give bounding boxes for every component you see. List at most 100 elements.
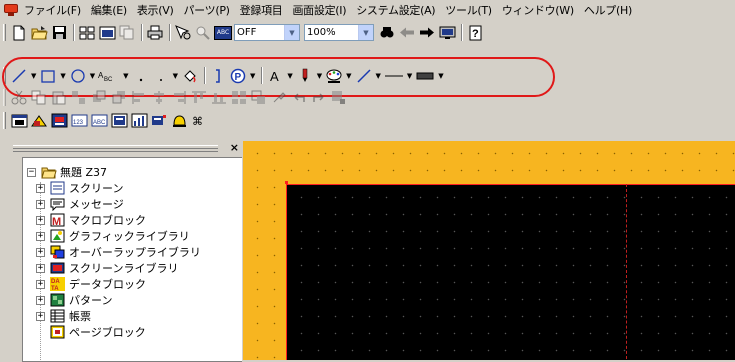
menu-screen-settings[interactable]: 画面設定(I) [287,2,351,18]
forward-arrow-icon[interactable] [418,24,436,42]
chevron-down-icon[interactable]: ▼ [90,72,95,80]
small-dot-tool-icon[interactable] [152,67,170,85]
zoom-select-icon[interactable] [174,24,192,42]
group-icon[interactable] [230,89,248,107]
tree-item-message[interactable]: + メッセージ [36,196,124,212]
menu-edit[interactable]: 編集(E) [86,2,132,18]
overlap-combo[interactable]: OFF ▼ [234,24,300,41]
char-display-icon[interactable]: ABC [90,112,108,130]
align-center-icon[interactable] [150,89,168,107]
screen-list-icon[interactable] [78,24,96,42]
tree-item-page-block[interactable]: ページブロック [50,324,146,340]
menu-file[interactable]: ファイル(F) [22,2,86,18]
align-bottom-icon[interactable] [210,89,228,107]
chevron-down-icon[interactable]: ▼ [250,72,255,80]
graph-part-icon[interactable] [30,112,48,130]
toolbar-grip[interactable] [3,24,6,41]
send-back-icon[interactable] [110,89,128,107]
chevron-down-icon[interactable]: ▼ [346,72,351,80]
line-width-icon[interactable] [384,67,404,85]
align-left-icon[interactable] [130,89,148,107]
bell-alarm-icon[interactable] [170,112,188,130]
zoom-combo[interactable]: 100% ▼ [304,24,374,41]
back-arrow-icon[interactable] [398,24,416,42]
chevron-down-icon[interactable]: ▼ [376,72,381,80]
menu-help[interactable]: ヘルプ(H) [579,2,637,18]
chevron-down-icon[interactable]: ▼ [284,25,299,40]
parts-circle-p-icon[interactable]: P [229,67,247,85]
undo-icon[interactable] [290,89,308,107]
tree-root-node[interactable]: − 無題 Z37 [27,164,107,180]
calendar-part-icon[interactable]: ⌘ [190,112,208,130]
menu-system-settings[interactable]: システム設定(A) [351,2,440,18]
dot-tool-icon[interactable] [132,67,150,85]
collapse-icon[interactable]: − [27,167,36,177]
tree-item-graphic-library[interactable]: + グラフィックライブラリ [36,228,190,244]
line-style-icon[interactable] [355,67,373,85]
help-icon[interactable]: ? [466,24,484,42]
tree-item-screen-library[interactable]: + スクリーンライブラリ [36,260,178,276]
toolbar-grip[interactable] [3,89,6,106]
screen-preview-icon[interactable] [98,24,116,42]
menu-registration[interactable]: 登録項目 [235,2,288,18]
expand-icon[interactable]: + [36,199,45,209]
screen-area[interactable] [286,184,735,360]
expand-icon[interactable]: + [36,183,45,193]
expand-icon[interactable]: + [36,231,45,241]
numeric-display-icon[interactable]: 123 [70,112,88,130]
lamp-part-icon[interactable] [50,112,68,130]
chevron-down-icon[interactable]: ▼ [60,72,65,80]
chevron-down-icon[interactable]: ▼ [317,72,322,80]
print-icon[interactable] [146,24,164,42]
expand-icon[interactable]: + [36,311,45,321]
tree-item-form[interactable]: + 帳票 [36,308,91,324]
open-folder-icon[interactable] [30,24,48,42]
duplicate-icon[interactable] [70,89,88,107]
expand-icon[interactable]: + [36,247,45,257]
menu-tools[interactable]: ツール(T) [440,2,497,18]
circle-tool-icon[interactable] [69,67,87,85]
chevron-down-icon[interactable]: ▼ [407,72,412,80]
overlap-off-icon[interactable]: ABC [214,25,232,40]
chevron-down-icon[interactable]: ▼ [173,72,178,80]
paste-icon[interactable] [50,89,68,107]
save-icon[interactable] [50,24,68,42]
editing-canvas[interactable] [243,141,735,360]
panel-close-button[interactable]: × [230,141,239,154]
copy-screen-icon[interactable] [118,24,136,42]
tree-item-data-block[interactable]: + DA TA データブロック [36,276,146,292]
bracket-tool-icon[interactable] [209,67,227,85]
pen-color-icon[interactable] [296,67,314,85]
menu-view[interactable]: 表示(V) [132,2,179,18]
tree-item-macro-block[interactable]: + M マクロブロック [36,212,146,228]
chevron-down-icon[interactable]: ▼ [358,25,373,40]
fill-tool-icon[interactable] [181,67,199,85]
zoom-search-icon[interactable] [194,24,212,42]
toolbar-grip[interactable] [3,67,6,84]
pick-icon[interactable] [270,89,288,107]
fill-pattern-icon[interactable] [415,67,435,85]
chevron-down-icon[interactable]: ▼ [438,72,443,80]
find-icon[interactable] [378,24,396,42]
expand-icon[interactable]: + [36,279,45,289]
cut-icon[interactable] [10,89,28,107]
text-tool-icon[interactable]: A [266,67,284,85]
bar-graph-icon[interactable] [130,112,148,130]
tree-item-pattern[interactable]: + パターン [36,292,112,308]
monitor-icon[interactable] [438,24,456,42]
menu-parts[interactable]: パーツ(P) [178,2,234,18]
chevron-down-icon[interactable]: ▼ [287,72,292,80]
properties-icon[interactable] [330,89,348,107]
menu-window[interactable]: ウィンドウ(W) [497,2,579,18]
project-panel-titlebar[interactable]: × [9,141,243,157]
tree-item-screen[interactable]: + スクリーン [36,180,123,196]
message-display-icon[interactable] [110,112,128,130]
text-subscript-tool-icon[interactable]: A BC [98,67,120,85]
chevron-down-icon[interactable]: ▼ [123,72,128,80]
ungroup-icon[interactable] [250,89,268,107]
rectangle-tool-icon[interactable] [39,67,57,85]
chevron-down-icon[interactable]: ▼ [31,72,36,80]
palette-icon[interactable] [325,67,343,85]
copy-icon[interactable] [30,89,48,107]
align-top-icon[interactable] [190,89,208,107]
